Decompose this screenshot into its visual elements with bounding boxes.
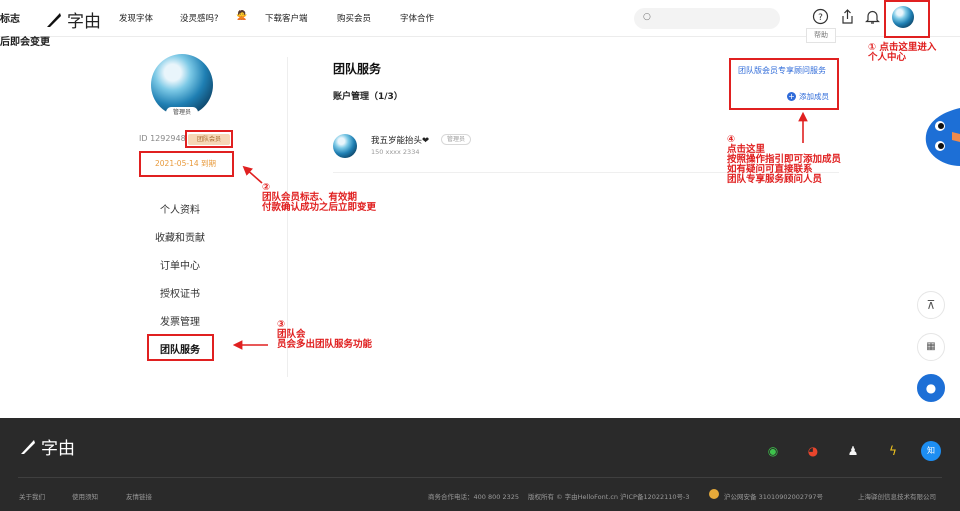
mascot-icon[interactable]	[920, 108, 960, 168]
footer: 字由 ◉ ◕ ♟ ϟ 知 关于我们 使用须知 友情链接 商务合作电话：400 8…	[0, 418, 960, 511]
footer-police-record[interactable]: 沪公网安备 31010902002797号	[724, 491, 823, 501]
footer-logo[interactable]: 字由	[19, 434, 75, 459]
weibo-icon[interactable]: ◕	[803, 441, 823, 461]
zcool-icon[interactable]: ϟ	[883, 441, 903, 461]
footer-divider	[18, 477, 942, 478]
qq-icon[interactable]: ♟	[843, 441, 863, 461]
annotation-3: ③ 团队会 员会多出团队服务功能	[277, 319, 373, 350]
footer-logo-icon	[21, 439, 35, 454]
footer-copyright: 版权所有 © 字由HelloFont.cn 沪ICP备12022110号-3	[528, 493, 690, 501]
annotation-1: ① 点击这里进入 个人中心	[868, 42, 937, 63]
footer-brand-name: 字由	[41, 439, 75, 459]
footer-terms[interactable]: 使用须知	[72, 491, 98, 501]
chat-support-button[interactable]: ●	[917, 374, 945, 402]
qr-code-button[interactable]: ▦	[917, 333, 945, 361]
footer-about[interactable]: 关于我们	[19, 491, 45, 501]
annotation-2: ② 团队会员标志、有效期 付款确认成功之后立即变更	[262, 182, 377, 213]
footer-friend-links[interactable]: 友情链接	[126, 491, 152, 501]
zhihu-icon[interactable]: 知	[921, 441, 941, 461]
police-badge-icon	[709, 489, 719, 499]
back-to-top-button[interactable]: ⊼	[917, 291, 945, 319]
footer-company: 上海驿创信息技术有限公司	[858, 493, 936, 501]
annotation-4: ④ 点击这里 按照操作指引即可添加成员 如有疑问可直接联系 团队专享服务顾问人员	[727, 134, 842, 185]
footer-phone: 商务合作电话：400 800 2325	[428, 493, 519, 501]
wechat-icon[interactable]: ◉	[763, 441, 783, 461]
